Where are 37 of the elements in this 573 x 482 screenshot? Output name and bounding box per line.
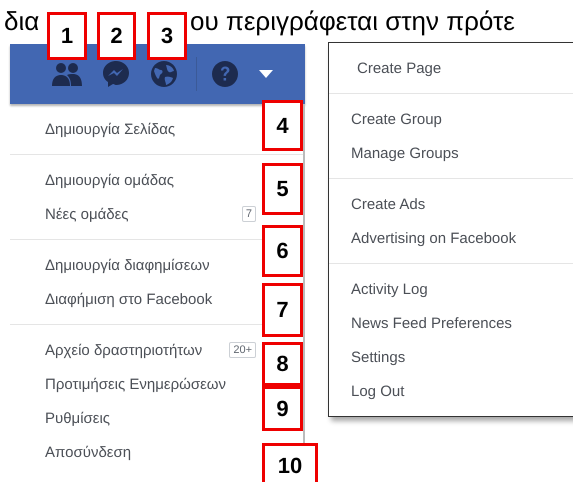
- menu-item[interactable]: Αποσύνδεση: [10, 435, 260, 469]
- menu-item[interactable]: Νέες ομάδες 7: [10, 197, 260, 231]
- globe-icon[interactable]: [150, 60, 178, 88]
- menu-item[interactable]: Προτιμήσεις Ενημερώσεων: [10, 367, 260, 401]
- document-text: δια: [4, 6, 40, 36]
- number-label: 10: [262, 443, 318, 482]
- menu-item[interactable]: Log Out: [329, 374, 573, 408]
- menu-item[interactable]: News Feed Preferences: [329, 306, 573, 340]
- menu-item[interactable]: Διαφήμιση στο Facebook: [10, 282, 260, 316]
- number-label: 5: [262, 163, 303, 215]
- number-label: 9: [262, 386, 303, 431]
- count-badge: 20+: [229, 342, 256, 358]
- number-label: 4: [262, 100, 303, 151]
- number-label: 6: [262, 225, 303, 277]
- number-label: 8: [262, 342, 303, 386]
- number-label: 3: [147, 12, 187, 60]
- document-text: ου περιγράφεται στην πρότε: [190, 6, 515, 36]
- menu-item[interactable]: Αρχείο δραστηριοτήτων 20+: [10, 333, 260, 367]
- menu-item[interactable]: Δημιουργία διαφημίσεων: [10, 248, 260, 282]
- caret-icon[interactable]: [259, 70, 273, 78]
- menu-item[interactable]: Activity Log: [329, 272, 573, 306]
- count-badge: 7: [242, 206, 256, 222]
- menu-item[interactable]: Create Page: [329, 51, 573, 85]
- menu-item[interactable]: Create Group: [329, 102, 573, 136]
- friends-icon[interactable]: [52, 62, 82, 86]
- menu-item[interactable]: Δημιουργία Σελίδας: [10, 112, 260, 146]
- menu-item[interactable]: Ρυθμίσεις: [10, 401, 260, 435]
- menu-item[interactable]: Δημιουργία ομάδας: [10, 163, 260, 197]
- number-label: 2: [97, 12, 136, 60]
- menu-item[interactable]: Create Ads: [329, 187, 573, 221]
- menu-item[interactable]: Advertising on Facebook: [329, 221, 573, 255]
- number-label: 1: [47, 12, 87, 60]
- menu-item[interactable]: Manage Groups: [329, 136, 573, 170]
- menu-item[interactable]: Settings: [329, 340, 573, 374]
- help-icon[interactable]: [211, 60, 239, 88]
- messenger-icon[interactable]: [102, 60, 130, 88]
- number-label: 7: [262, 283, 303, 337]
